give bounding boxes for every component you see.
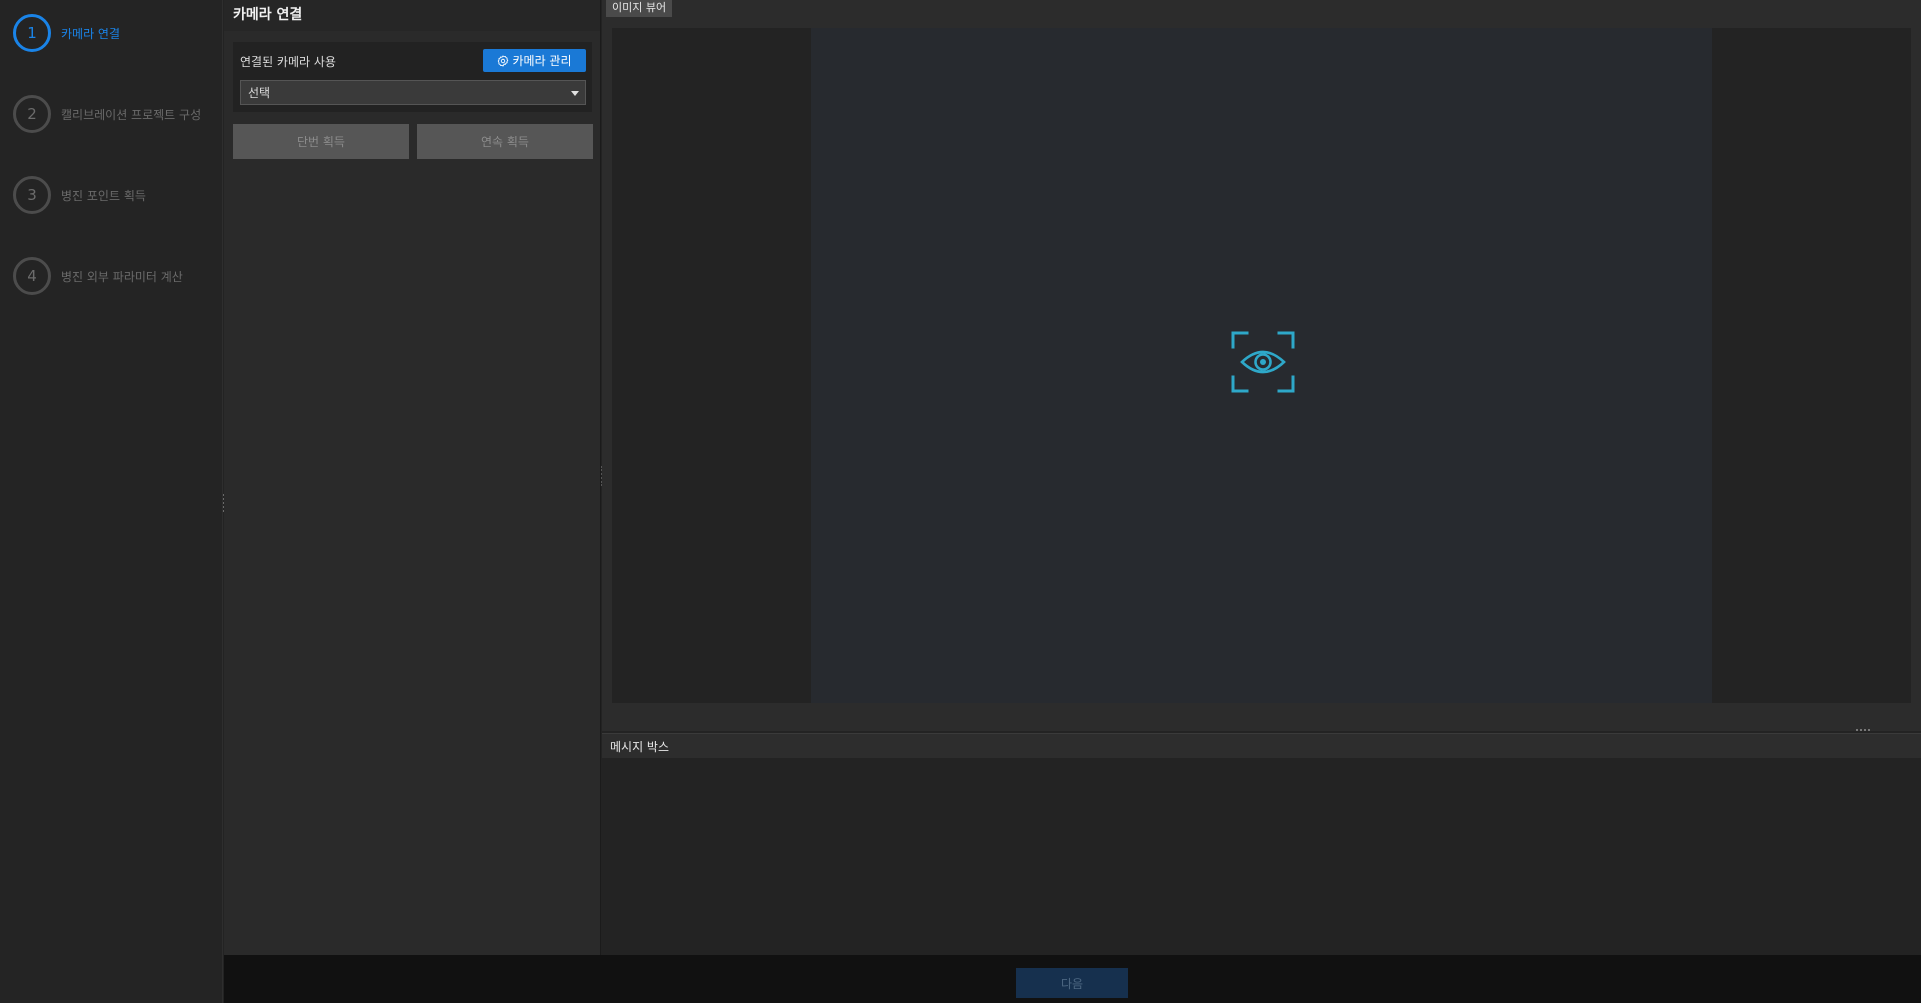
step-number-badge: 3 — [13, 176, 51, 214]
use-connected-camera-label: 연결된 카메라 사용 — [240, 55, 336, 69]
camera-manage-button[interactable]: 카메라 관리 — [483, 49, 586, 72]
camera-select-value: 선택 — [248, 86, 271, 100]
chevron-down-icon — [571, 91, 579, 96]
step-label: 병진 외부 파라미터 계산 — [61, 269, 183, 284]
step-number-badge: 4 — [13, 257, 51, 295]
step-label: 캘리브레이션 프로젝트 구성 — [61, 107, 202, 122]
camera-connection-group: 연결된 카메라 사용 카메라 관리 선택 — [233, 42, 592, 112]
camera-connect-panel: 카메라 연결 연결된 카메라 사용 카메라 관리 선택 단번 획득 연속 획득 — [224, 0, 601, 955]
viewer-splitter-handle[interactable] — [1856, 729, 1870, 731]
camera-select-dropdown[interactable]: 선택 — [240, 80, 586, 105]
continuous-capture-button[interactable]: 연속 획득 — [417, 124, 593, 159]
step-number-badge: 2 — [13, 95, 51, 133]
image-viewer-canvas[interactable] — [612, 28, 1911, 703]
image-area — [811, 28, 1712, 703]
message-box-title: 메시지 박스 — [602, 734, 1921, 758]
eye-focus-icon — [1231, 331, 1295, 393]
image-viewer: 이미지 뷰어 — [602, 0, 1921, 731]
step-sidebar: 1 카메라 연결 2 캘리브레이션 프로젝트 구성 3 병진 포인트 획득 4 … — [0, 0, 223, 1003]
step-4-extrinsic-parameters[interactable]: 4 병진 외부 파라미터 계산 — [13, 257, 183, 295]
gear-icon — [498, 54, 509, 67]
footer-bar: 다음 — [224, 955, 1921, 1003]
step-1-camera-connect[interactable]: 1 카메라 연결 — [13, 14, 120, 52]
message-box: 메시지 박스 — [602, 733, 1921, 955]
step-label: 병진 포인트 획득 — [61, 188, 146, 203]
single-capture-button[interactable]: 단번 획득 — [233, 124, 409, 159]
step-number-badge: 1 — [13, 14, 51, 52]
image-viewer-tab[interactable]: 이미지 뷰어 — [606, 0, 673, 17]
camera-manage-label: 카메라 관리 — [512, 54, 572, 68]
step-2-calibration-project[interactable]: 2 캘리브레이션 프로젝트 구성 — [13, 95, 201, 133]
step-3-translation-points[interactable]: 3 병진 포인트 획득 — [13, 176, 146, 214]
next-button[interactable]: 다음 — [1016, 968, 1128, 998]
step-label: 카메라 연결 — [61, 26, 121, 41]
panel-title: 카메라 연결 — [224, 0, 600, 31]
